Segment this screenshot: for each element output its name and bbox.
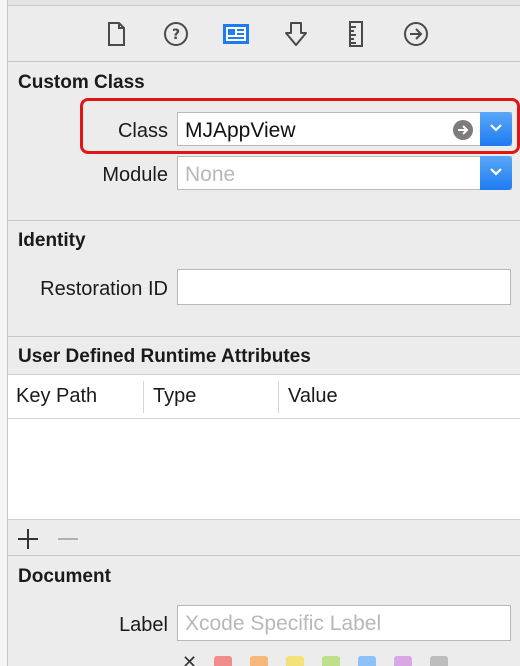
color-swatch-orange[interactable] xyxy=(250,656,268,666)
column-divider[interactable] xyxy=(143,381,144,413)
canvas-edge xyxy=(0,0,8,666)
identity-title: Identity xyxy=(18,230,86,251)
clear-color-label[interactable]: ✕ xyxy=(182,652,197,666)
document-label-label: Label xyxy=(119,614,168,636)
column-key-path[interactable]: Key Path xyxy=(16,385,97,408)
column-value[interactable]: Value xyxy=(288,385,338,408)
quick-help-icon[interactable]: ? xyxy=(162,20,190,48)
identity-inspector-icon[interactable] xyxy=(222,20,250,48)
color-swatch-green[interactable] xyxy=(322,656,340,666)
file-inspector-icon[interactable] xyxy=(102,20,130,48)
size-inspector-icon[interactable] xyxy=(342,20,370,48)
color-swatch-red[interactable] xyxy=(214,656,232,666)
section-divider xyxy=(8,336,520,337)
document-title: Document xyxy=(18,566,111,587)
plus-icon xyxy=(18,529,38,549)
remove-attribute-button[interactable] xyxy=(56,528,80,550)
custom-class-title: Custom Class xyxy=(18,72,145,93)
document-label-placeholder[interactable]: Xcode Specific Label xyxy=(185,612,381,636)
color-swatch-purple[interactable] xyxy=(394,656,412,666)
minus-icon xyxy=(58,538,78,540)
module-dropdown-button[interactable] xyxy=(480,156,512,190)
inspector-toolbar: ? xyxy=(8,6,520,62)
color-swatch-blue[interactable] xyxy=(358,656,376,666)
class-highlight-annotation xyxy=(80,98,520,154)
color-swatch-yellow[interactable] xyxy=(286,656,304,666)
table-header: Key Path Type Value xyxy=(8,375,520,419)
color-swatch-gray[interactable] xyxy=(430,656,448,666)
runtime-attributes-title: User Defined Runtime Attributes xyxy=(18,346,311,367)
document-label-field[interactable]: Xcode Specific Label xyxy=(177,605,511,641)
column-type[interactable]: Type xyxy=(153,385,196,408)
column-divider[interactable] xyxy=(278,381,279,413)
restoration-id-label: Restoration ID xyxy=(40,278,168,300)
module-placeholder[interactable]: None xyxy=(185,163,235,187)
add-attribute-button[interactable] xyxy=(16,528,40,550)
section-divider xyxy=(8,220,520,221)
svg-text:?: ? xyxy=(172,27,180,43)
attributes-inspector-icon[interactable] xyxy=(282,20,310,48)
module-label: Module xyxy=(102,164,168,186)
restoration-id-field[interactable] xyxy=(177,269,511,305)
connections-inspector-icon[interactable] xyxy=(402,20,430,48)
chevron-down-icon xyxy=(490,168,502,176)
table-add-remove-bar xyxy=(8,520,520,556)
module-combo[interactable]: None xyxy=(177,156,512,190)
runtime-attributes-table[interactable]: Key Path Type Value xyxy=(8,374,520,520)
